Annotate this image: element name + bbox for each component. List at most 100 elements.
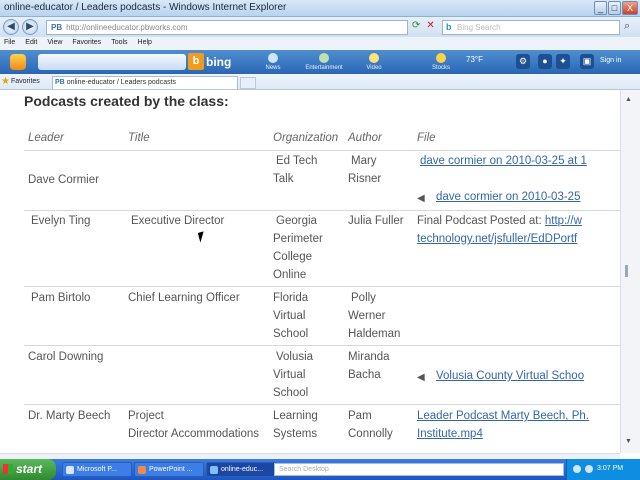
speaker-icon[interactable]: ◀: [417, 193, 425, 204]
back-button[interactable]: ◀: [3, 19, 19, 35]
video-button[interactable]: Video: [349, 53, 399, 71]
tab-online-educator[interactable]: PB online-educator / Leaders podcasts: [52, 76, 238, 89]
menu-view[interactable]: View: [43, 37, 68, 50]
row5-leader: Dr. Marty Beech: [28, 410, 111, 422]
row3-leader: Pam Birtolo: [31, 292, 91, 304]
bing-toolbar-search-input[interactable]: [38, 54, 186, 70]
row5-file-link[interactable]: Leader Podcast Marty Beech, Ph.: [417, 407, 589, 425]
row-divider: [24, 404, 620, 405]
bing-toolbar-logo-icon: [10, 54, 26, 70]
row1-file-link[interactable]: dave cormier on 2010-03-25 at 1: [420, 152, 587, 170]
menu-help[interactable]: Help: [134, 37, 158, 50]
row4-file-link[interactable]: Volusia County Virtual Schoo: [436, 367, 584, 385]
scroll-thumb[interactable]: [625, 265, 628, 277]
new-tab-button[interactable]: [240, 77, 256, 89]
scroll-up-icon[interactable]: ▲: [625, 96, 632, 103]
refresh-icon[interactable]: ⟳: [412, 20, 420, 31]
row5-title-line2: Director Accommodations: [128, 428, 260, 440]
row2-organization-line2: Perimeter: [273, 233, 323, 245]
row3-organization-line3: School: [273, 328, 309, 340]
taskbar-item-label: PowerPoint ...: [149, 466, 193, 473]
start-button[interactable]: start: [0, 459, 56, 480]
toolbar-save-icon[interactable]: ▣: [580, 54, 594, 69]
window-title: online-educator / Leaders podcasts - Win…: [4, 2, 287, 13]
entertainment-label: Entertainment: [305, 65, 343, 71]
bing-search-icon: b: [446, 22, 452, 32]
row2-leader: Evelyn Ting: [31, 215, 91, 227]
column-organization: Organization: [273, 132, 339, 144]
bing-toolbar: b bing News Entertainment Video Stocks 7…: [0, 50, 640, 74]
taskbar-item-word[interactable]: Microsoft P...: [62, 462, 132, 477]
forward-button[interactable]: ▶: [22, 19, 38, 35]
sign-in-link[interactable]: Sign in: [600, 57, 621, 64]
speaker-icon[interactable]: ◀: [417, 372, 425, 383]
address-input[interactable]: PB http://onlineeducator.pbworks.com: [46, 20, 408, 35]
header-divider: [24, 150, 620, 151]
maximize-button[interactable]: □: [608, 1, 621, 15]
taskbar-item-powerpoint[interactable]: PowerPoint ...: [134, 462, 204, 477]
url-text: http://onlineeducator.pbworks.com: [66, 23, 188, 32]
vertical-scrollbar[interactable]: ▲ ▼: [620, 90, 640, 453]
gear-icon[interactable]: ⚙: [516, 54, 530, 69]
stocks-icon: [436, 53, 446, 63]
powerpoint-icon: [138, 466, 146, 474]
start-label: start: [16, 462, 43, 476]
row4-organization-line1: Volusia: [276, 351, 314, 363]
stocks-button[interactable]: Stocks: [416, 53, 466, 71]
news-button[interactable]: News: [248, 53, 298, 71]
scroll-down-icon[interactable]: ▼: [625, 438, 632, 445]
search-icon[interactable]: ⌕: [624, 20, 630, 33]
row2-file-label: Final Podcast Posted at:: [417, 215, 545, 227]
address-actions: ⟳ ✕: [412, 20, 435, 31]
taskbar-item-browser[interactable]: online-educ...: [206, 462, 276, 477]
favorites-star-icon[interactable]: ★: [1, 76, 10, 87]
stop-icon[interactable]: ✕: [426, 20, 434, 31]
menu-file[interactable]: File: [0, 37, 21, 50]
tray-network-icon[interactable]: [573, 465, 581, 473]
video-label: Video: [366, 65, 382, 71]
favorites-button[interactable]: Favorites: [11, 78, 40, 85]
menu-edit[interactable]: Edit: [21, 37, 43, 50]
row2-organization-line4: Online: [273, 269, 307, 281]
search-input[interactable]: b Bing Search: [442, 20, 620, 35]
row4-author-line2: Bacha: [348, 369, 381, 381]
minimize-button[interactable]: _: [594, 1, 607, 15]
row5-file-link-2[interactable]: Institute.mp4: [417, 425, 483, 443]
row1-author-line2: Risner: [348, 173, 382, 185]
toolbar-tool-icon[interactable]: ●: [538, 54, 552, 69]
row2-file-text: Final Podcast Posted at: http://w: [417, 212, 582, 230]
row2-organization-line3: College: [273, 251, 312, 263]
menu-bar: File Edit View Favorites Tools Help: [0, 37, 640, 50]
menu-tools[interactable]: Tools: [107, 37, 133, 50]
clock: 3:07 PM: [597, 465, 624, 472]
row-divider: [24, 286, 620, 287]
address-row: ◀ ▶ PB http://onlineeducator.pbworks.com …: [0, 17, 640, 37]
desktop-search-input[interactable]: Search Desktop: [274, 463, 564, 476]
row2-file-link-2[interactable]: technology.net/jsfuller/EdDPortf: [417, 230, 577, 248]
news-label: News: [265, 65, 281, 71]
row1-organization-line2: Talk: [273, 173, 294, 185]
bing-b-icon[interactable]: b: [188, 53, 204, 70]
weather-temperature[interactable]: 73°F: [466, 55, 483, 64]
row-divider: [24, 210, 620, 211]
row1-organization-line1: Ed Tech: [276, 155, 318, 167]
bing-wordmark[interactable]: bing: [206, 55, 231, 69]
tray-volume-icon[interactable]: [585, 465, 593, 473]
taskbar-item-label: online-educ...: [221, 466, 264, 473]
row-divider: [24, 345, 620, 346]
toolbar-wrench-icon[interactable]: ✦: [556, 54, 570, 69]
menu-favorites[interactable]: Favorites: [68, 37, 107, 50]
page-content: Podcasts created by the class: Leader Ti…: [0, 90, 620, 453]
row2-file-link[interactable]: http://w: [545, 215, 582, 227]
row1-leader: Dave Cormier: [28, 174, 99, 186]
row1-file-link-2[interactable]: dave cormier on 2010-03-25: [436, 188, 580, 206]
column-leader: Leader: [28, 132, 64, 144]
row2-author: Julia Fuller: [348, 215, 404, 227]
row4-author-line1: Miranda: [348, 351, 390, 363]
row5-author-line1: Pam: [348, 410, 372, 422]
news-icon: [268, 53, 278, 63]
close-button[interactable]: X: [622, 1, 638, 15]
video-icon: [369, 53, 379, 63]
tab-favicon: PB: [55, 79, 65, 86]
entertainment-button[interactable]: Entertainment: [299, 53, 349, 71]
